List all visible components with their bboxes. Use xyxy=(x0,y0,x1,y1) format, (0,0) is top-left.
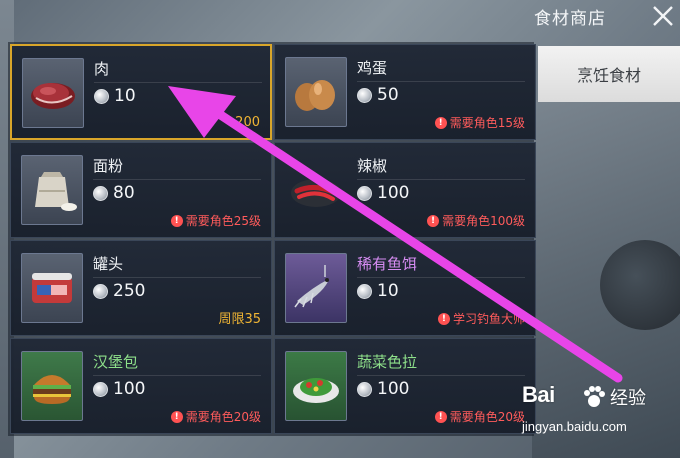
item-card-canned-meat[interactable]: 罐头 250 周限35 xyxy=(10,240,272,336)
divider xyxy=(357,81,525,82)
item-price: 100 xyxy=(357,183,409,203)
divider xyxy=(93,277,261,278)
salad-icon xyxy=(293,378,339,403)
warning-icon: ! xyxy=(170,410,183,423)
divider xyxy=(357,375,525,376)
paw-icon xyxy=(584,386,605,407)
item-thumbnail xyxy=(22,58,84,128)
item-card-burger[interactable]: 汉堡包 100 ! 需要角色20级 xyxy=(10,338,272,434)
item-price: 100 xyxy=(357,379,409,399)
requirement-label: ! 需要角色20级 xyxy=(170,408,261,425)
item-grid: 肉 10 200 鸡蛋 50 ! 需要角色15级 面粉 80 ! 需要角色25级… xyxy=(8,42,536,436)
item-name: 肉 xyxy=(94,60,110,78)
item-thumbnail xyxy=(21,253,83,323)
silver-coin-icon xyxy=(357,381,372,397)
item-card-egg[interactable]: 鸡蛋 50 ! 需要角色15级 xyxy=(274,44,536,140)
silver-coin-icon xyxy=(93,381,108,397)
silver-coin-icon xyxy=(357,185,372,201)
item-price: 100 xyxy=(93,379,145,399)
item-price: 10 xyxy=(94,86,136,106)
watermark-suffix: 经验 xyxy=(610,388,646,409)
baidu-jingyan-watermark: Bai 经验 jingyan.baidu.com xyxy=(522,382,680,458)
tab-cooking-ingredients[interactable]: 烹饪食材 xyxy=(538,46,680,102)
close-icon xyxy=(653,6,673,26)
requirement-label: ! 需要角色15级 xyxy=(434,114,525,131)
burger-icon xyxy=(33,375,71,404)
divider xyxy=(93,179,261,180)
price-value: 100 xyxy=(377,183,410,203)
item-name: 辣椒 xyxy=(357,157,388,175)
requirement-label: ! 需要角色20级 xyxy=(434,408,525,425)
requirement-text: 需要角色20级 xyxy=(185,410,261,424)
shop-title: 食材商店 xyxy=(534,9,606,29)
item-name: 汉堡包 xyxy=(93,353,139,371)
warning-icon: ! xyxy=(170,214,183,227)
flour-sack-icon xyxy=(35,172,77,211)
divider xyxy=(357,179,525,180)
requirement-label: ! 学习钓鱼大师 xyxy=(437,310,525,327)
item-thumbnail xyxy=(21,351,83,421)
item-name: 面粉 xyxy=(93,157,124,175)
silver-coin-icon xyxy=(93,185,108,201)
price-value: 250 xyxy=(113,281,146,301)
watermark-url: jingyan.baidu.com xyxy=(522,419,627,434)
egg-icon xyxy=(295,80,335,111)
item-price: 10 xyxy=(357,281,399,301)
item-card-flour[interactable]: 面粉 80 ! 需要角色25级 xyxy=(10,142,272,238)
item-price: 50 xyxy=(357,85,399,105)
item-thumbnail xyxy=(285,155,347,225)
fish-bait-icon xyxy=(294,265,329,308)
item-price: 80 xyxy=(93,183,135,203)
item-name: 蔬菜色拉 xyxy=(357,353,418,371)
canned-meat-icon xyxy=(32,273,72,303)
meat-icon xyxy=(31,83,75,109)
divider xyxy=(93,375,261,376)
price-value: 10 xyxy=(377,281,399,301)
item-card-rare-fish-bait[interactable]: 稀有鱼饵 10 ! 学习钓鱼大师 xyxy=(274,240,536,336)
requirement-label: ! 需要角色100级 xyxy=(427,212,525,229)
background-rock xyxy=(600,240,680,330)
divider xyxy=(357,277,525,278)
requirement-text: 需要角色20级 xyxy=(449,410,525,424)
item-thumbnail xyxy=(285,57,347,127)
requirement-text: 需要角色100级 xyxy=(442,214,525,228)
item-card-vegetable-salad[interactable]: 蔬菜色拉 100 ! 需要角色20级 xyxy=(274,338,536,434)
price-value: 100 xyxy=(377,379,410,399)
close-button[interactable] xyxy=(648,2,678,30)
divider xyxy=(94,82,262,83)
price-value: 100 xyxy=(113,379,146,399)
weekly-limit-label: 周限35 xyxy=(218,312,261,327)
item-thumbnail xyxy=(21,155,83,225)
silver-coin-icon xyxy=(93,283,108,299)
item-thumbnail xyxy=(285,351,347,421)
warning-icon: ! xyxy=(437,312,450,325)
requirement-text: 学习钓鱼大师 xyxy=(452,312,525,326)
requirement-text: 需要角色15级 xyxy=(449,116,525,130)
item-card-chili[interactable]: 辣椒 100 ! 需要角色100级 xyxy=(274,142,536,238)
price-value: 50 xyxy=(377,85,399,105)
item-name: 稀有鱼饵 xyxy=(357,255,418,273)
item-hint: 200 xyxy=(235,115,260,130)
item-name: 罐头 xyxy=(93,255,124,273)
item-price: 250 xyxy=(93,281,145,301)
price-value: 80 xyxy=(113,183,135,203)
chili-icon xyxy=(291,179,341,207)
requirement-label: ! 需要角色25级 xyxy=(170,212,261,229)
item-thumbnail xyxy=(285,253,347,323)
price-value: 10 xyxy=(114,86,136,106)
requirement-text: 需要角色25级 xyxy=(185,214,261,228)
silver-coin-icon xyxy=(357,87,372,103)
silver-coin-icon xyxy=(94,88,109,104)
warning-icon: ! xyxy=(434,410,447,423)
item-name: 鸡蛋 xyxy=(357,59,388,77)
watermark-logo: Bai xyxy=(522,382,555,407)
silver-coin-icon xyxy=(357,283,372,299)
item-card-meat[interactable]: 肉 10 200 xyxy=(10,44,272,140)
warning-icon: ! xyxy=(427,214,440,227)
warning-icon: ! xyxy=(434,116,447,129)
